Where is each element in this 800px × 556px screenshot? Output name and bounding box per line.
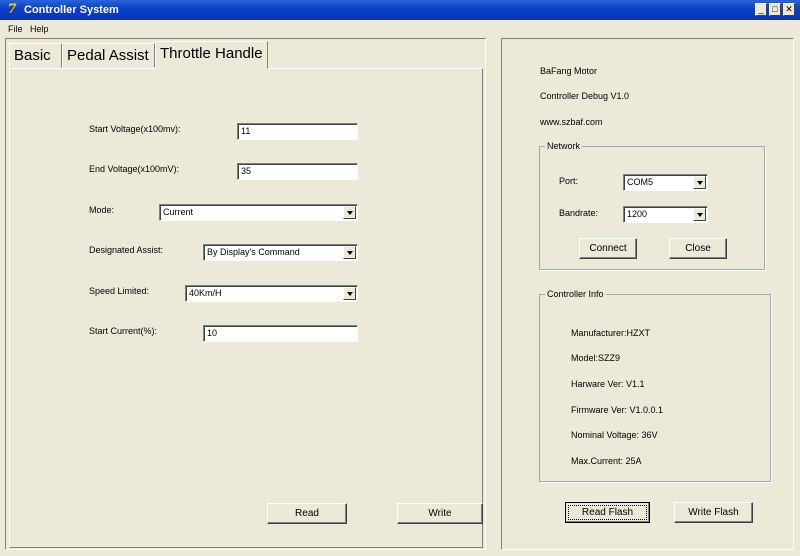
menu-bar: File Help [0, 20, 800, 38]
mode-select[interactable]: Current [159, 204, 358, 221]
designated-assist-select[interactable]: By Display's Command [203, 244, 358, 261]
settings-panel: Basic Pedal Assist Throttle Handle Start… [5, 38, 486, 550]
baudrate-label: Bandrate: [559, 208, 599, 218]
brand-text: BaFang Motor [540, 66, 598, 76]
start-current-label: Start Current(%): [89, 326, 158, 336]
maximize-button[interactable]: □ [769, 3, 781, 16]
read-flash-button[interactable]: Read Flash [565, 502, 650, 523]
start-voltage-label: Start Voltage(x100mv): [89, 124, 181, 134]
throttle-handle-page: Start Voltage(x100mv): 11 End Voltage(x1… [9, 68, 483, 548]
hardware-version-text: Harware Ver: V1.1 [571, 379, 645, 389]
read-button[interactable]: Read [267, 503, 347, 524]
manufacturer-text: Manufacturer:HZXT [571, 328, 651, 338]
baudrate-select[interactable]: 1200 [623, 206, 708, 223]
start-voltage-input[interactable]: 11 [237, 123, 358, 140]
model-text: Model:SZZ9 [571, 353, 621, 363]
port-value: COM5 [627, 177, 654, 187]
port-label: Port: [559, 176, 579, 186]
write-flash-button[interactable]: Write Flash [674, 502, 753, 523]
firmware-version-text: Firmware Ver: V1.0.0.1 [571, 405, 664, 415]
end-voltage-label: End Voltage(x100mV): [89, 164, 180, 174]
chevron-down-icon[interactable] [343, 246, 356, 259]
port-select[interactable]: COM5 [623, 174, 708, 191]
designated-assist-value: By Display's Command [207, 247, 300, 257]
menu-file[interactable]: File [8, 24, 23, 35]
write-button[interactable]: Write [397, 503, 483, 524]
chevron-down-icon[interactable] [693, 208, 706, 221]
speed-limited-select[interactable]: 40Km/H [185, 285, 358, 302]
tab-basic[interactable]: Basic [9, 43, 62, 68]
mode-label: Mode: [89, 205, 115, 215]
chevron-down-icon[interactable] [343, 287, 356, 300]
close-window-button[interactable]: ✕ [783, 3, 795, 16]
chevron-down-icon[interactable] [343, 206, 356, 219]
window-title: Controller System [24, 4, 119, 16]
chevron-down-icon[interactable] [693, 176, 706, 189]
end-voltage-input[interactable]: 35 [237, 163, 358, 180]
controller-info-title: Controller Info [545, 288, 606, 300]
connection-panel: BaFang Motor Controller Debug V1.0 www.s… [501, 38, 794, 550]
title-bar[interactable]: 7 Controller System _ □ ✕ [0, 0, 800, 20]
version-text: Controller Debug V1.0 [540, 91, 630, 101]
baudrate-value: 1200 [627, 209, 648, 219]
max-current-text: Max.Current: 25A [571, 456, 642, 466]
minimize-button[interactable]: _ [755, 3, 767, 16]
nominal-voltage-text: Nominal Voltage: 36V [571, 430, 658, 440]
tab-pedal-assist[interactable]: Pedal Assist [62, 43, 155, 68]
speed-limited-label: Speed Limited: [89, 286, 150, 296]
network-group: Network Port: COM5 Bandrate: 1200 Connec… [539, 140, 765, 270]
connect-button[interactable]: Connect [579, 238, 637, 259]
start-current-input[interactable]: 10 [203, 325, 358, 342]
mode-value: Current [163, 207, 194, 217]
website-text: www.szbaf.com [540, 117, 603, 127]
tab-throttle-handle[interactable]: Throttle Handle [155, 41, 268, 69]
speed-limited-value: 40Km/H [189, 288, 222, 298]
close-button[interactable]: Close [669, 238, 727, 259]
controller-info-group: Controller Info Manufacturer:HZXT Model:… [539, 288, 771, 482]
app-logo-icon: 7 [7, 2, 17, 17]
menu-help[interactable]: Help [30, 24, 49, 35]
network-group-title: Network [545, 140, 583, 152]
designated-assist-label: Designated Assist: [89, 245, 164, 255]
